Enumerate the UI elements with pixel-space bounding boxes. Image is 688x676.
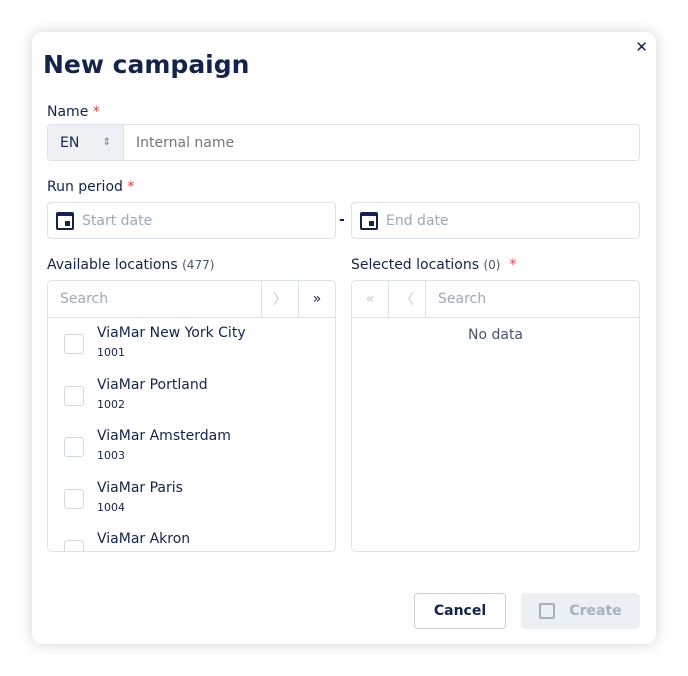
list-item[interactable]: ViaMar Paris 1004 xyxy=(48,473,335,525)
list-item[interactable]: ViaMar New York City 1001 xyxy=(48,318,335,370)
checkbox[interactable] xyxy=(64,385,84,406)
calendar-icon xyxy=(360,211,378,230)
language-value: EN xyxy=(60,134,80,151)
selected-label-text: Selected locations xyxy=(351,257,479,273)
calendar-icon xyxy=(56,211,74,230)
save-icon xyxy=(539,603,556,619)
location-name: ViaMar New York City xyxy=(97,325,246,341)
move-left-button[interactable]: 〈 xyxy=(389,281,426,317)
checkbox[interactable] xyxy=(64,488,84,509)
required-marker: * xyxy=(127,179,135,195)
checkbox[interactable] xyxy=(64,540,84,551)
date-separator: - xyxy=(339,212,345,228)
start-date-field[interactable]: Start date xyxy=(47,202,336,239)
start-date-placeholder: Start date xyxy=(82,212,153,229)
location-code: 1002 xyxy=(97,397,125,411)
required-marker: * xyxy=(509,257,517,273)
location-code: 1004 xyxy=(97,500,125,514)
available-count: (477) xyxy=(182,258,215,272)
available-locations-panel: Search 〉» ViaMar New York City 1001 ViaMar … xyxy=(47,280,336,552)
available-locations-label: Available locations (477) xyxy=(47,257,214,273)
available-label-text: Available locations xyxy=(47,257,178,273)
chevron-updown-icon: ⇕ xyxy=(102,137,111,148)
selected-locations-label: Selected locations (0) * xyxy=(351,257,516,273)
move-all-right-button[interactable]: » xyxy=(298,281,335,317)
checkbox[interactable] xyxy=(64,334,84,354)
location-code: 1001 xyxy=(97,346,125,359)
available-search-input[interactable]: Search xyxy=(48,281,261,317)
internal-name-input[interactable] xyxy=(124,125,639,160)
location-name: ViaMar Portland xyxy=(97,376,208,393)
empty-state: No data xyxy=(467,327,524,343)
dialog-title: New campaign xyxy=(43,50,250,79)
move-right-button[interactable]: 〉 xyxy=(261,281,298,317)
selected-search-input[interactable]: Search xyxy=(426,281,639,317)
name-field: EN ⇕ xyxy=(47,124,640,161)
end-date-placeholder: End date xyxy=(386,212,449,229)
new-campaign-dialog: ✕ New campaign Name * EN ⇕ Run period * S… xyxy=(32,32,656,644)
end-date-field[interactable]: End date xyxy=(351,202,640,239)
run-period-label: Run period * xyxy=(47,179,134,195)
required-marker: * xyxy=(92,104,100,120)
close-icon[interactable]: ✕ xyxy=(635,38,648,56)
available-list: ViaMar New York City 1001 ViaMar Portland 1… xyxy=(48,318,335,551)
location-name: ViaMar Amsterdam xyxy=(97,428,231,444)
list-item[interactable]: ViaMar Akron xyxy=(48,524,335,551)
selected-locations-panel: «〈 Search No data xyxy=(351,280,640,552)
cancel-button[interactable]: Cancel xyxy=(414,593,506,629)
name-label-text: Name xyxy=(47,104,89,120)
location-name: ViaMar Paris xyxy=(97,479,183,496)
name-label: Name * xyxy=(47,104,100,120)
create-label: Create xyxy=(569,603,622,619)
list-item[interactable]: ViaMar Amsterdam 1003 xyxy=(48,421,335,473)
checkbox[interactable] xyxy=(64,437,84,457)
create-button[interactable]: Create xyxy=(521,593,640,629)
language-select[interactable]: EN ⇕ xyxy=(48,125,124,160)
selected-count: (0) xyxy=(483,258,501,272)
location-code: 1003 xyxy=(97,449,125,462)
location-name: ViaMar Akron xyxy=(97,531,191,547)
run-period-label-text: Run period xyxy=(47,179,123,195)
list-item[interactable]: ViaMar Portland 1002 xyxy=(48,370,335,422)
move-all-left-button[interactable]: « xyxy=(352,281,389,317)
